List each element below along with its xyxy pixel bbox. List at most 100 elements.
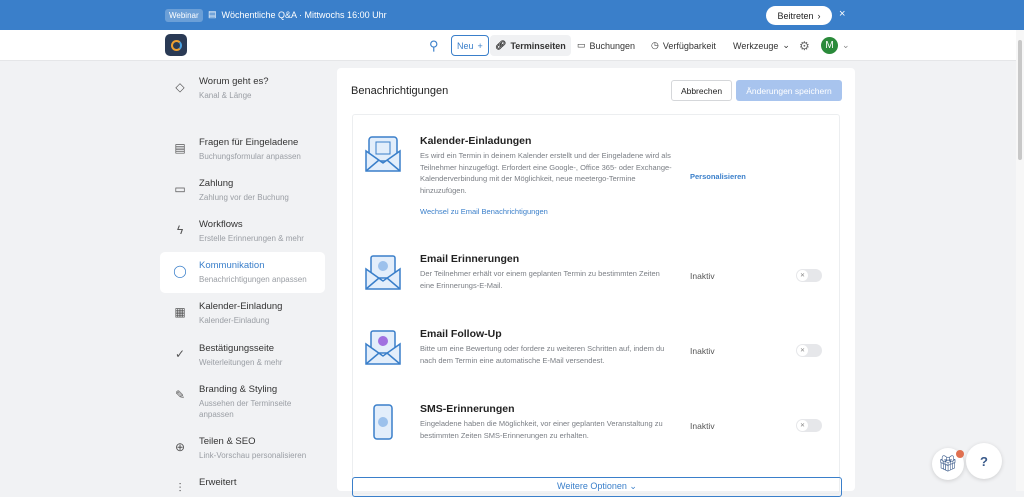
nav-terminseiten[interactable]: 🔗︎ Terminseiten (490, 35, 571, 56)
lightning-icon: ϟ (176, 223, 184, 237)
status-text: Inaktiv (690, 346, 715, 356)
sidebar-sub: Link-Vorschau personalisieren (199, 451, 307, 460)
nav-label: Terminseiten (510, 40, 566, 51)
nav-buchungen[interactable]: ▭ Buchungen (577, 35, 635, 56)
personalize-link[interactable]: Personalisieren (690, 172, 746, 181)
sidebar-item-worum[interactable]: ◇ Worum geht es? Kanal & Länge (160, 72, 325, 105)
sidebar-sub: Kanal & Länge (199, 91, 252, 100)
sidebar-item-erweitert[interactable]: ⫶ Erweitert (160, 473, 325, 495)
scrollbar[interactable] (1016, 30, 1024, 491)
sidebar-sub: Benachrichtigungen anpassen (199, 275, 307, 284)
help-button[interactable]: ? (966, 443, 1002, 479)
notification-list: Kalender-Einladungen Es wird ein Termin … (352, 114, 840, 494)
nav-verfuegbarkeit[interactable]: ◷ Verfügbarkeit (651, 35, 716, 56)
chevron-down-icon: ⌄ (782, 40, 790, 50)
close-icon[interactable]: × (839, 8, 845, 20)
add-user-icon[interactable]: ⚲ (429, 35, 439, 56)
sliders-icon: ⫶ (178, 481, 182, 495)
email-reminder-toggle[interactable]: ✕ (796, 269, 822, 282)
sidebar-item-branding[interactable]: ✎ Branding & Styling Aussehen der Terminse… (160, 380, 310, 424)
chat-icon: ◯ (173, 264, 187, 278)
nav-label: Werkzeuge (733, 40, 779, 51)
calendar-icon: ▤ (208, 9, 217, 19)
webinar-badge: Webinar (165, 9, 203, 22)
sidebar-title: Worum geht es? (199, 76, 269, 87)
sidebar-item-kalender[interactable]: ▦ Kalender-Einladung Kalender-Einladung (160, 297, 325, 330)
sidebar-item-teilen[interactable]: ⊕ Teilen & SEO Link-Vorschau personalisier… (160, 432, 325, 465)
gear-icon[interactable]: ⚙ (799, 35, 810, 56)
sidebar-title: Teilen & SEO (199, 436, 256, 447)
sidebar-sub: Aussehen der Terminseite anpassen (199, 399, 292, 419)
sidebar-item-workflows[interactable]: ϟ Workflows Erstelle Erinnerungen & mehr (160, 215, 325, 248)
row-title: Email Follow-Up (420, 328, 502, 340)
sidebar-item-kommunikation[interactable]: ◯ Kommunikation Benachrichtigungen anpasse… (160, 252, 325, 293)
avatar: M (821, 37, 838, 54)
app-logo[interactable] (165, 34, 187, 56)
sidebar-sub: Kalender-Einladung (199, 316, 270, 325)
cancel-button[interactable]: Abbrechen (671, 80, 732, 101)
sidebar-title: Bestätigungsseite (199, 343, 274, 354)
sidebar-sub: Erstelle Erinnerungen & mehr (199, 234, 304, 243)
clock-icon: ◷ (651, 40, 659, 50)
join-label: Beitreten (777, 10, 814, 21)
nav-label: Verfügbarkeit (662, 40, 716, 51)
row-description: Bitte um eine Bewertung oder fordere zu … (420, 344, 665, 365)
sms-reminder-toggle[interactable]: ✕ (796, 419, 822, 432)
row-description: Der Teilnehmer erhält vor einem geplante… (420, 269, 660, 290)
sidebar-sub: Weiterleitungen & mehr (199, 358, 283, 367)
email-reminder-icon (365, 255, 401, 290)
banner-text: Wöchentliche Q&A · Mittwochs 16:00 Uhr (221, 9, 387, 20)
sidebar-title: Workflows (199, 219, 243, 230)
chevron-right-icon: › (817, 10, 821, 21)
sidebar-title: Kalender-Einladung (199, 301, 283, 312)
calendar-envelope-icon (365, 136, 401, 172)
user-menu[interactable]: M ⌄ (821, 35, 850, 56)
sidebar-item-bestaetigung[interactable]: ✓ Bestätigungsseite Weiterleitungen & mehr (160, 339, 325, 372)
sidebar-title: Erweitert (199, 477, 237, 488)
sidebar-item-zahlung[interactable]: ▭ Zahlung Zahlung vor der Buchung (160, 174, 325, 207)
phone-icon (373, 404, 393, 440)
email-followup-toggle[interactable]: ✕ (796, 344, 822, 357)
switch-email-link[interactable]: Wechsel zu Email Benachrichtigungen (420, 207, 548, 216)
notification-dot (956, 450, 964, 458)
tag-icon: ◇ (175, 80, 185, 94)
calendar-icon: ▦ (174, 305, 186, 319)
top-nav: ⚲ Neu + 🔗︎ Terminseiten ▭ Buchungen ◷ Verfüg… (0, 30, 1016, 61)
nav-label: Buchungen (589, 40, 636, 51)
globe-icon: ⊕ (174, 440, 186, 454)
check-circle-icon: ✓ (174, 347, 186, 361)
link-icon: 🔗︎ (495, 40, 507, 50)
save-button[interactable]: Änderungen speichern (736, 80, 842, 101)
row-title: Email Erinnerungen (420, 253, 520, 265)
row-title: Kalender-Einladungen (420, 135, 532, 147)
new-button[interactable]: Neu + (451, 35, 489, 56)
sidebar-title: Fragen für Eingeladene (199, 137, 299, 148)
new-label: Neu (457, 40, 474, 51)
sidebar-item-fragen[interactable]: ▤ Fragen für Eingeladene Buchungsformular … (160, 133, 325, 166)
status-text: Inaktiv (690, 421, 715, 431)
clipboard-icon: ▤ (174, 141, 186, 155)
email-followup-icon (365, 330, 401, 365)
notifications-card: Benachrichtigungen Abbrechen Änderungen … (337, 68, 855, 497)
brush-icon: ✎ (174, 388, 186, 402)
sidebar-title: Zahlung (199, 178, 234, 189)
x-icon: ✕ (797, 270, 808, 281)
status-text: Inaktiv (690, 271, 715, 281)
x-icon: ✕ (797, 420, 808, 431)
sidebar-sub: Buchungsformular anpassen (199, 152, 301, 161)
webinar-banner: Webinar ▤ Wöchentliche Q&A · Mittwochs 16… (0, 0, 1024, 30)
wallet-icon: ▭ (174, 182, 186, 196)
calendar-icon: ▭ (577, 40, 586, 50)
nav-werkzeuge[interactable]: Werkzeuge ⌄ (733, 35, 790, 56)
page-title: Benachrichtigungen (351, 85, 449, 97)
chevron-down-icon: ⌄ (842, 40, 850, 50)
more-options-button[interactable]: Weitere Optionen ⌄ (352, 477, 842, 497)
row-title: SMS-Erinnerungen (420, 403, 515, 415)
sidebar-sub: Zahlung vor der Buchung (199, 193, 289, 202)
join-button[interactable]: Beitreten › (766, 6, 832, 25)
row-description: Es wird ein Termin in deinem Kalender er… (420, 151, 672, 195)
help-label: ? (980, 453, 988, 469)
sidebar-title: Branding & Styling (199, 384, 278, 395)
plus-icon: + (477, 40, 483, 51)
row-description: Eingeladene haben die Möglichkeit, vor e… (420, 419, 663, 440)
